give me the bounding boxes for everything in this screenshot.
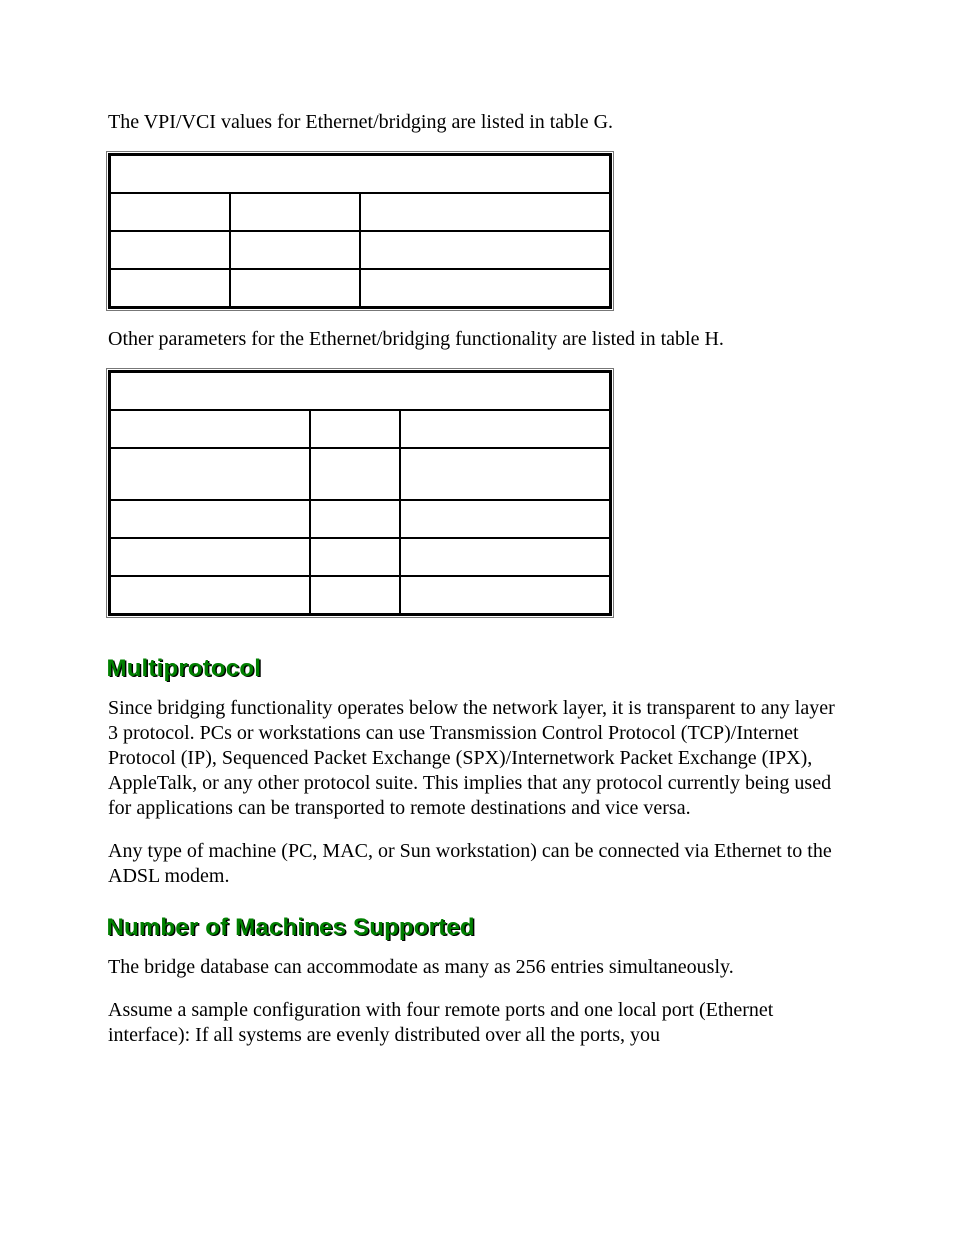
table-h	[108, 370, 612, 616]
table-cell	[310, 538, 400, 576]
heading-multiprotocol: Multiprotocol Multiprotocol	[108, 658, 846, 682]
table-row	[110, 576, 610, 614]
table-g	[108, 153, 612, 309]
table-cell	[230, 231, 360, 269]
paragraph-multiprotocol-1: Since bridging functionality operates be…	[108, 696, 846, 821]
table-row	[110, 538, 610, 576]
table-cell	[400, 576, 610, 614]
paragraph-intro-table-h: Other parameters for the Ethernet/bridgi…	[108, 327, 846, 352]
table-row	[110, 155, 610, 193]
table-cell	[360, 269, 610, 307]
table-row	[110, 448, 610, 500]
table-cell	[110, 448, 310, 500]
table-cell	[110, 500, 310, 538]
table-row	[110, 269, 610, 307]
table-cell	[360, 193, 610, 231]
paragraph-intro-table-g: The VPI/VCI values for Ethernet/bridging…	[108, 110, 846, 135]
table-row	[110, 372, 610, 410]
table-cell	[110, 538, 310, 576]
table-cell	[360, 231, 610, 269]
heading-number-of-machines: Number of Machines Supported Number of M…	[108, 917, 846, 941]
table-cell	[400, 538, 610, 576]
heading-text: Multiprotocol	[107, 657, 262, 681]
paragraph-machines-2: Assume a sample configuration with four …	[108, 998, 846, 1048]
table-row	[110, 410, 610, 448]
table-cell	[310, 576, 400, 614]
table-cell	[110, 410, 310, 448]
table-cell	[110, 576, 310, 614]
table-cell	[230, 269, 360, 307]
table-row	[110, 231, 610, 269]
document-page: The VPI/VCI values for Ethernet/bridging…	[0, 0, 954, 1235]
table-row	[110, 193, 610, 231]
paragraph-multiprotocol-2: Any type of machine (PC, MAC, or Sun wor…	[108, 839, 846, 889]
heading-text: Number of Machines Supported	[107, 916, 475, 940]
table-cell	[400, 410, 610, 448]
table-header-cell	[110, 372, 610, 410]
table-cell	[310, 410, 400, 448]
table-cell	[400, 500, 610, 538]
table-cell	[110, 193, 230, 231]
table-row	[110, 500, 610, 538]
table-cell	[230, 193, 360, 231]
table-cell	[400, 448, 610, 500]
table-cell	[310, 500, 400, 538]
table-cell	[310, 448, 400, 500]
table-cell	[110, 231, 230, 269]
paragraph-machines-1: The bridge database can accommodate as m…	[108, 955, 846, 980]
table-cell	[110, 269, 230, 307]
table-header-cell	[110, 155, 610, 193]
